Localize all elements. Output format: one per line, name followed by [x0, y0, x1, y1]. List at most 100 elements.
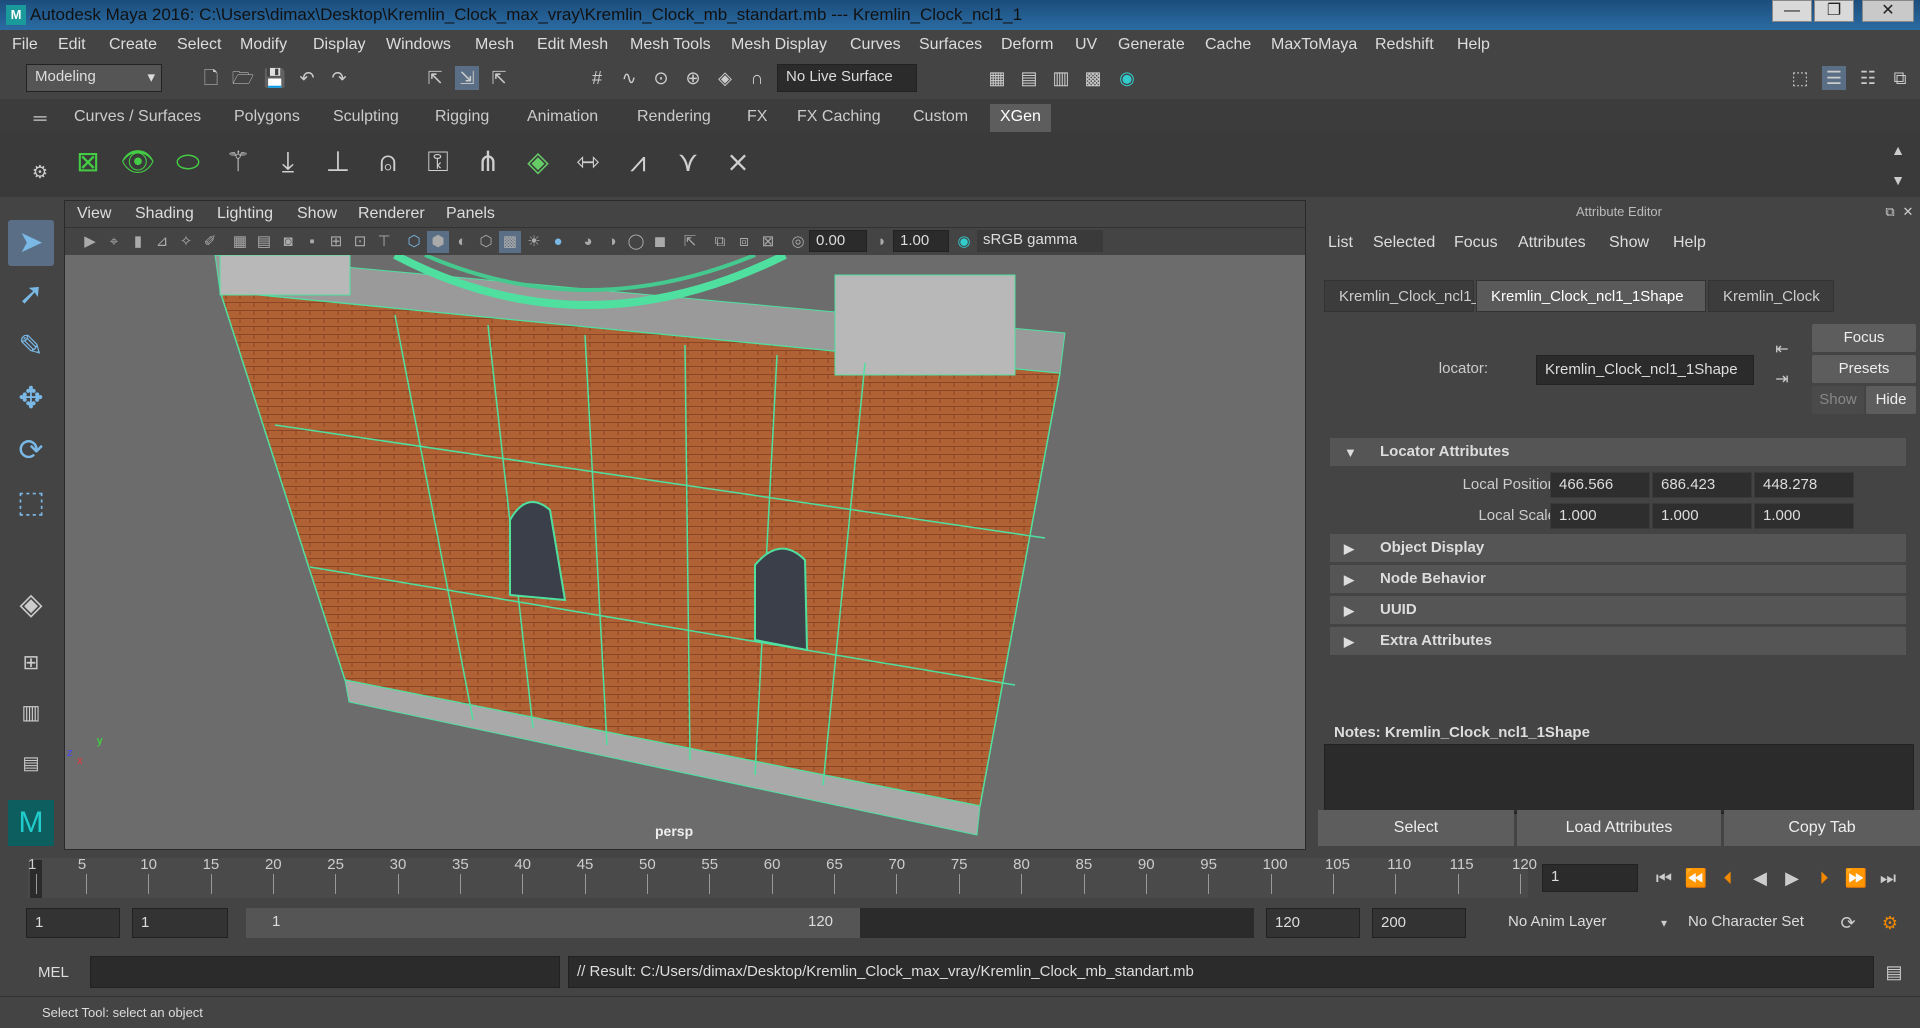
snap-view-icon[interactable]: ⊕: [681, 66, 705, 90]
grid-icon[interactable]: ▦: [229, 231, 251, 253]
xray-components-icon[interactable]: ⊠: [757, 231, 779, 253]
xray-icon[interactable]: ⧉: [709, 231, 731, 253]
hide-button[interactable]: Hide: [1866, 386, 1916, 414]
lasso-tool-icon[interactable]: ➚: [8, 272, 54, 318]
menu-help[interactable]: Help: [1457, 36, 1490, 54]
command-input[interactable]: [90, 956, 560, 988]
menu-display[interactable]: Display: [313, 36, 365, 54]
save-scene-icon[interactable]: 💾: [263, 66, 287, 90]
single-view-layout-icon[interactable]: ◈: [8, 582, 54, 628]
tab-sculpting[interactable]: Sculpting: [323, 104, 409, 132]
notes-textarea[interactable]: [1324, 744, 1914, 814]
section-uuid[interactable]: ▶ UUID: [1330, 596, 1906, 624]
ae-menu-list[interactable]: List: [1328, 234, 1353, 252]
script-language-label[interactable]: MEL: [38, 964, 69, 981]
go-to-start-icon[interactable]: ⏮: [1652, 866, 1676, 890]
xgen-lock-guide-icon[interactable]: ⚿: [418, 140, 458, 184]
menu-surfaces[interactable]: Surfaces: [919, 36, 982, 54]
xgen-scale-icon[interactable]: ⇿: [568, 140, 608, 184]
ipr-render-icon[interactable]: ▥: [1049, 66, 1073, 90]
xgen-guides-icon[interactable]: ⚚: [218, 140, 258, 184]
smooth-shade-icon[interactable]: ⬢: [427, 231, 449, 253]
paint-select-icon[interactable]: ✎: [8, 324, 54, 370]
field-chart-icon[interactable]: ⊞: [325, 231, 347, 253]
safe-title-icon[interactable]: ⊤: [373, 231, 395, 253]
go-to-input-icon[interactable]: ⇤: [1770, 338, 1794, 362]
anim-layer-dropdown[interactable]: No Anim Layer: [1500, 908, 1640, 938]
tab-polygons[interactable]: Polygons: [224, 104, 310, 132]
bookmark-icon[interactable]: ▮: [127, 231, 149, 253]
menu-maxtomaya[interactable]: MaxToMaya: [1271, 36, 1357, 54]
vp-menu-show[interactable]: Show: [297, 205, 337, 223]
safe-action-icon[interactable]: ⊡: [349, 231, 371, 253]
screen-space-ao-icon[interactable]: ◕: [577, 231, 599, 253]
render-settings-icon[interactable]: ▦: [985, 66, 1009, 90]
auto-key-icon[interactable]: ⟳: [1836, 911, 1860, 935]
motion-blur-icon[interactable]: ◑: [601, 231, 623, 253]
color-management-icon[interactable]: ◉: [953, 231, 975, 253]
menu-create[interactable]: Create: [109, 36, 157, 54]
gate-mask-icon[interactable]: ▪: [301, 231, 323, 253]
locator-name-field[interactable]: Kremlin_Clock_ncl1_1Shape: [1536, 355, 1754, 385]
tab-transform-node[interactable]: Kremlin_Clock_ncl1_1: [1324, 280, 1488, 312]
menu-edit-mesh[interactable]: Edit Mesh: [537, 36, 608, 54]
ae-menu-focus[interactable]: Focus: [1454, 234, 1498, 252]
tab-animation[interactable]: Animation: [517, 104, 608, 132]
character-set-dropdown[interactable]: No Character Set: [1680, 908, 1830, 938]
shelf-settings-icon[interactable]: ⚙: [28, 160, 52, 184]
snap-curve-icon[interactable]: ∿: [617, 66, 641, 90]
menu-edit[interactable]: Edit: [58, 36, 86, 54]
xgen-preview-icon[interactable]: 👁: [118, 140, 158, 184]
close-panel-icon[interactable]: ✕: [1896, 200, 1920, 224]
shelf-menu-icon[interactable]: ═: [28, 106, 52, 130]
shelf-scroll-up-icon[interactable]: ▲: [1886, 138, 1910, 162]
tab-fx-caching[interactable]: FX Caching: [787, 104, 891, 132]
go-to-output-icon[interactable]: ⇥: [1770, 368, 1794, 392]
xgen-show-guide-icon[interactable]: ⍝: [368, 140, 408, 184]
close-button[interactable]: ✕: [1862, 0, 1914, 22]
playback-end-field[interactable]: 120: [1266, 908, 1360, 938]
section-extra-attributes[interactable]: ▶ Extra Attributes: [1330, 627, 1906, 655]
tab-kremlin-clock[interactable]: Kremlin_Clock: [1708, 280, 1834, 312]
camera-select-icon[interactable]: ▶: [79, 231, 101, 253]
step-forward-key-icon[interactable]: ⏩: [1844, 866, 1868, 890]
use-all-lights-icon[interactable]: ☀: [523, 231, 545, 253]
four-view-layout-icon[interactable]: ⊞: [8, 640, 54, 686]
grease-pencil-icon[interactable]: ✐: [199, 231, 221, 253]
local-position-z-field[interactable]: 448.278: [1754, 472, 1854, 498]
step-back-key-icon[interactable]: ⏪: [1684, 866, 1708, 890]
xgen-editor-icon[interactable]: ⊠: [68, 140, 108, 184]
tab-custom[interactable]: Custom: [903, 104, 978, 132]
menu-uv[interactable]: UV: [1075, 36, 1097, 54]
time-slider[interactable]: 1 5 10 15 20 25 30 35 40 45 50 55 60 65 70 75 80 85 90 95 10…: [0, 852, 1920, 900]
step-forward-frame-icon[interactable]: ⏵: [1812, 866, 1836, 890]
move-tool-icon[interactable]: ✥: [8, 376, 54, 422]
menu-select[interactable]: Select: [177, 36, 221, 54]
menu-deform[interactable]: Deform: [1001, 36, 1053, 54]
vp-menu-panels[interactable]: Panels: [446, 205, 495, 223]
local-scale-x-field[interactable]: 1.000: [1550, 503, 1650, 529]
menu-file[interactable]: File: [12, 36, 38, 54]
menu-redshift[interactable]: Redshift: [1375, 36, 1434, 54]
local-scale-z-field[interactable]: 1.000: [1754, 503, 1854, 529]
2d-pan-icon[interactable]: ✧: [175, 231, 197, 253]
snap-surface-icon[interactable]: ◈: [713, 66, 737, 90]
xgen-delete-icon[interactable]: ⨯: [718, 140, 758, 184]
menu-mesh[interactable]: Mesh: [475, 36, 514, 54]
tab-rigging[interactable]: Rigging: [425, 104, 499, 132]
tool-settings-icon[interactable]: ☷: [1856, 66, 1880, 90]
select-button[interactable]: Select: [1318, 810, 1514, 846]
modeling-toolkit-icon[interactable]: ⬚: [1788, 66, 1812, 90]
maya-home-icon[interactable]: M: [8, 800, 54, 846]
render-view-icon[interactable]: ▩: [1081, 66, 1105, 90]
ae-menu-help[interactable]: Help: [1673, 234, 1706, 252]
menu-generate[interactable]: Generate: [1118, 36, 1185, 54]
outliner-layout-icon[interactable]: ▥: [8, 690, 54, 736]
local-scale-y-field[interactable]: 1.000: [1652, 503, 1752, 529]
vp-menu-renderer[interactable]: Renderer: [358, 205, 425, 223]
local-position-x-field[interactable]: 466.566: [1550, 472, 1650, 498]
select-hierarchy-icon[interactable]: ⇱: [423, 66, 447, 90]
redo-icon[interactable]: ↷: [327, 66, 351, 90]
menu-mesh-display[interactable]: Mesh Display: [731, 36, 827, 54]
gamma-field[interactable]: 1.00: [893, 230, 949, 252]
